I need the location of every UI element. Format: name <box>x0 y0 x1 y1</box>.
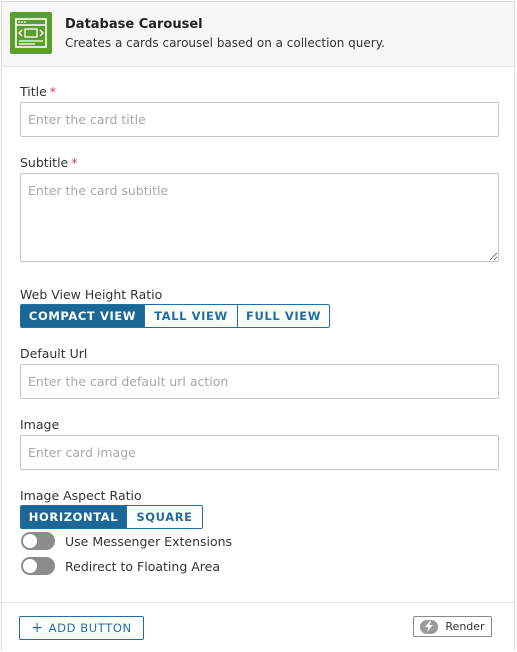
render-button[interactable]: Render <box>413 616 492 637</box>
default-url-input[interactable] <box>20 364 499 399</box>
image-label: Image <box>20 417 60 432</box>
image-aspect-ratio-selector: HORIZONTAL SQUARE <box>20 505 203 529</box>
floating-area-toggle[interactable] <box>21 557 55 575</box>
component-title: Database Carousel <box>65 17 203 32</box>
square-option[interactable]: SQUARE <box>126 506 202 528</box>
component-description: Creates a cards carousel based on a coll… <box>65 36 385 50</box>
component-footer: + ADD BUTTON Render <box>2 602 514 650</box>
floating-area-row: Redirect to Floating Area <box>21 556 220 576</box>
web-view-height-ratio-label: Web View Height Ratio <box>20 287 163 302</box>
compact-view-option[interactable]: COMPACT VIEW <box>21 305 144 327</box>
lightning-icon <box>420 619 439 634</box>
subtitle-field-label: Subtitle * <box>20 155 77 170</box>
title-input[interactable] <box>20 102 499 137</box>
messenger-extensions-label: Use Messenger Extensions <box>65 533 233 549</box>
web-view-height-ratio-selector: COMPACT VIEW TALL VIEW FULL VIEW <box>20 304 330 328</box>
required-mark: * <box>49 84 57 99</box>
required-mark: * <box>71 155 78 170</box>
add-button-label: ADD BUTTON <box>48 621 132 635</box>
render-label: Render <box>445 620 485 633</box>
add-button[interactable]: + ADD BUTTON <box>19 616 144 640</box>
toggle-knob <box>23 559 37 573</box>
default-url-label: Default Url <box>20 346 88 361</box>
carousel-app-icon <box>10 12 52 54</box>
floating-area-label: Redirect to Floating Area <box>65 558 220 574</box>
messenger-extensions-row: Use Messenger Extensions <box>21 531 232 551</box>
title-field-label: Title * <box>20 84 56 99</box>
image-input[interactable] <box>20 435 499 470</box>
subtitle-label-text: Subtitle <box>20 155 69 170</box>
subtitle-textarea[interactable] <box>20 173 499 262</box>
plus-icon: + <box>31 620 44 636</box>
component-header: Database Carousel Creates a cards carous… <box>2 2 514 67</box>
title-label-text: Title <box>20 84 47 99</box>
messenger-extensions-toggle[interactable] <box>21 532 55 550</box>
horizontal-option[interactable]: HORIZONTAL <box>21 506 126 528</box>
full-view-option[interactable]: FULL VIEW <box>237 305 329 327</box>
toggle-knob <box>23 534 37 548</box>
tall-view-option[interactable]: TALL VIEW <box>144 305 237 327</box>
image-aspect-ratio-label: Image Aspect Ratio <box>20 488 142 503</box>
component-panel: Database Carousel Creates a cards carous… <box>1 1 515 650</box>
